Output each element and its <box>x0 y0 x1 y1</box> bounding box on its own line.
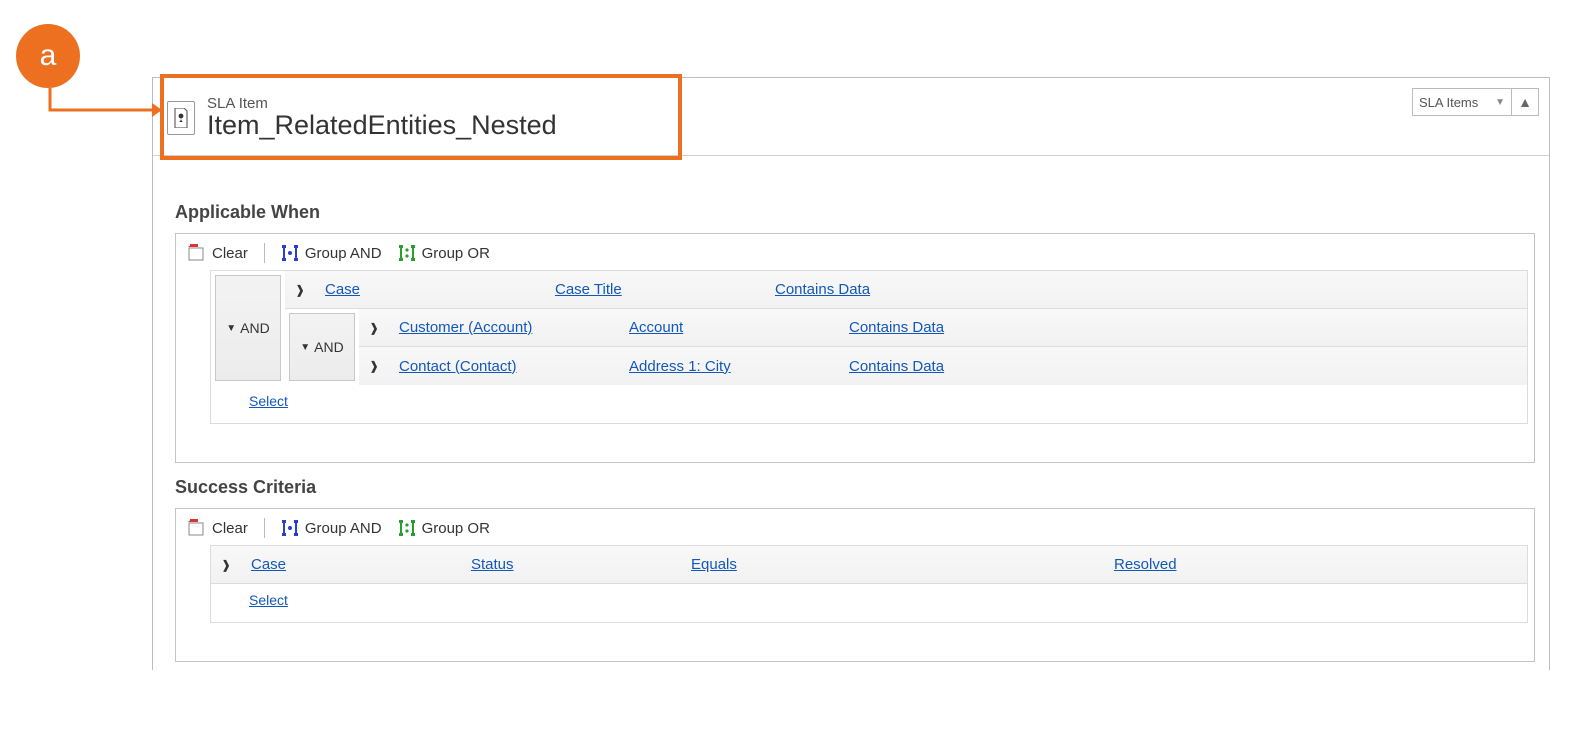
operator-link[interactable]: Contains Data <box>849 319 944 336</box>
annotation-arrow-icon <box>48 88 162 128</box>
related-nav-value: SLA Items <box>1419 95 1478 110</box>
entity-link[interactable]: Case <box>325 281 360 298</box>
field-link[interactable]: Address 1: City <box>629 358 731 375</box>
clear-label: Clear <box>212 520 248 537</box>
group-and-icon <box>281 519 299 537</box>
applicable-when-toolbar: Clear Group AND Group OR <box>182 240 1528 270</box>
outer-and-label: AND <box>240 320 270 336</box>
entity-link[interactable]: Contact (Contact) <box>399 358 517 375</box>
group-or-icon <box>398 519 416 537</box>
applicable-when-label: Applicable When <box>175 202 1535 223</box>
select-link[interactable]: Select <box>249 592 288 608</box>
related-nav-select[interactable]: SLA Items ▼ <box>1412 88 1512 116</box>
success-criteria-tree: ❱ Case Status Equals Resolved Select <box>210 545 1528 623</box>
field-link[interactable]: Case Title <box>555 281 622 298</box>
clear-button[interactable]: Clear <box>184 242 252 264</box>
select-row: Select <box>211 584 1527 622</box>
group-or-label: Group OR <box>422 245 490 262</box>
inner-and-block[interactable]: ▼ AND <box>289 313 355 381</box>
clear-icon <box>188 519 206 537</box>
caret-down-icon: ▼ <box>226 323 236 334</box>
value-link[interactable]: Resolved <box>1114 556 1177 573</box>
page-title: Item_RelatedEntities_Nested <box>207 110 557 141</box>
success-criteria-toolbar: Clear Group AND Group OR <box>182 515 1528 545</box>
group-or-label: Group OR <box>422 520 490 537</box>
operator-link[interactable]: Contains Data <box>775 281 870 298</box>
condition-row: ❱ Case Status Equals Resolved <box>211 546 1527 584</box>
app-frame: SLA Item Item_RelatedEntities_Nested SLA… <box>152 77 1550 670</box>
chevron-down-icon: ▼ <box>1495 97 1505 108</box>
annotation-circle: a <box>16 24 80 88</box>
arrow-up-icon: ▲ <box>1518 94 1532 110</box>
toolbar-separator <box>264 518 265 538</box>
select-row: Select <box>211 385 1527 423</box>
outer-and-block[interactable]: ▼ AND <box>215 275 281 381</box>
group-and-icon <box>281 244 299 262</box>
annotation-letter: a <box>40 39 57 73</box>
clear-label: Clear <box>212 245 248 262</box>
group-and-button[interactable]: Group AND <box>277 517 386 539</box>
field-link[interactable]: Account <box>629 319 683 336</box>
nav-up-button[interactable]: ▲ <box>1511 88 1539 116</box>
success-criteria-editor: Clear Group AND Group OR ❱ Case Status E <box>175 508 1535 662</box>
toolbar-separator <box>264 243 265 263</box>
page-header: SLA Item Item_RelatedEntities_Nested SLA… <box>153 78 1549 156</box>
entity-link[interactable]: Case <box>251 556 286 573</box>
applicable-when-editor: Clear Group AND Group OR ▼ AND <box>175 233 1535 463</box>
operator-link[interactable]: Equals <box>691 556 737 573</box>
success-criteria-section: Success Criteria Clear Group AND Group O… <box>153 471 1549 670</box>
inner-and-label: AND <box>314 339 344 355</box>
group-and-label: Group AND <box>305 245 382 262</box>
clear-icon <box>188 244 206 262</box>
field-link[interactable]: Status <box>471 556 514 573</box>
entity-link[interactable]: Customer (Account) <box>399 319 532 336</box>
expand-row-icon[interactable]: ❱ <box>295 283 305 297</box>
group-and-label: Group AND <box>305 520 382 537</box>
applicable-when-section: Applicable When Clear Group AND Group OR <box>153 156 1549 471</box>
clear-button[interactable]: Clear <box>184 517 252 539</box>
expand-row-icon[interactable]: ❱ <box>369 359 379 373</box>
condition-row: ❱ Customer (Account) Account Contains Da… <box>359 309 1527 347</box>
expand-row-icon[interactable]: ❱ <box>369 321 379 335</box>
group-or-icon <box>398 244 416 262</box>
select-link[interactable]: Select <box>249 393 288 409</box>
success-criteria-label: Success Criteria <box>175 477 1535 498</box>
group-or-button[interactable]: Group OR <box>394 517 494 539</box>
caret-down-icon: ▼ <box>300 342 310 353</box>
applicable-when-tree: ▼ AND ❱ Case Case Title Contains Data <box>210 270 1528 424</box>
group-and-button[interactable]: Group AND <box>277 242 386 264</box>
group-or-button[interactable]: Group OR <box>394 242 494 264</box>
operator-link[interactable]: Contains Data <box>849 358 944 375</box>
record-type-icon <box>167 101 195 135</box>
condition-row: ❱ Case Case Title Contains Data <box>285 271 1527 309</box>
condition-row: ❱ Contact (Contact) Address 1: City Cont… <box>359 347 1527 385</box>
expand-row-icon[interactable]: ❱ <box>221 558 231 572</box>
